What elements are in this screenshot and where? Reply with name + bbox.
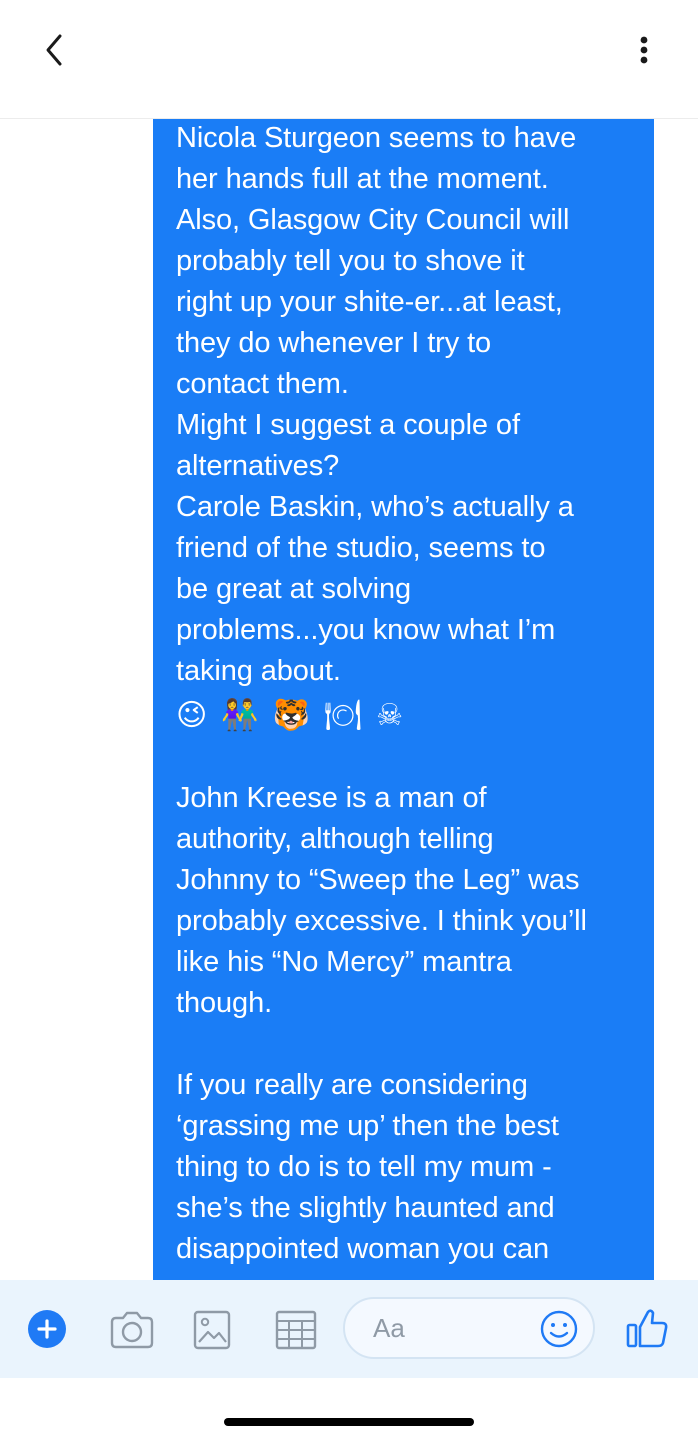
message-line: she’s the slightly haunted and	[176, 1192, 555, 1224]
message-line: like his “No Mercy” mantra	[176, 946, 512, 978]
message-line: If you really are considering	[176, 1069, 528, 1101]
message-line: ‘grassing me up’ then the best	[176, 1110, 559, 1142]
emoji: ☠	[376, 697, 403, 733]
gallery-icon	[193, 1310, 231, 1350]
gallery-button[interactable]	[190, 1308, 234, 1357]
message-line: though.	[176, 987, 273, 1019]
message-line: Johnny to “Sweep the Leg” was	[176, 864, 580, 896]
message-line: taking about.	[176, 655, 341, 687]
plus-icon	[37, 1319, 57, 1339]
message-line: disappointed woman you can	[176, 1233, 550, 1265]
message-line: alternatives?	[176, 450, 340, 482]
more-options-button[interactable]	[626, 32, 662, 68]
message-line: Also, Glasgow City Council will	[176, 204, 570, 236]
sticker-grid-icon	[275, 1310, 317, 1350]
message-paragraph-2: John Kreese is a man of authority, althou…	[176, 778, 638, 1024]
message-input[interactable]: Aa	[343, 1297, 595, 1359]
message-paragraph-1: Nicola Sturgeon seems to have her hands f…	[176, 118, 638, 692]
message-line: John Kreese is a man of	[176, 782, 487, 814]
message-line: Might I suggest a couple of	[176, 409, 520, 441]
message-line: Carole Baskin, who’s actually a	[176, 491, 574, 523]
camera-button[interactable]	[108, 1310, 156, 1355]
message-line: right up your shite-er...at least,	[176, 286, 563, 318]
message-line: her hands full at the moment.	[176, 163, 549, 195]
message-line: Nicola Sturgeon seems to have	[176, 122, 577, 154]
like-button[interactable]	[624, 1306, 670, 1357]
message-line: probably tell you to shove it	[176, 245, 525, 277]
message-input-placeholder: Aa	[373, 1313, 405, 1343]
chevron-left-icon	[46, 34, 62, 66]
home-indicator[interactable]	[224, 1418, 474, 1426]
message-line: they do whenever I try to	[176, 327, 492, 359]
message-line: be great at solving	[176, 573, 412, 605]
emoji: 🐯	[272, 697, 310, 733]
conversation-header	[0, 0, 698, 119]
emoji: 🍽	[324, 697, 363, 733]
message-line: problems...you know what I’m	[176, 614, 556, 646]
message-line: thing to do is to tell my mum -	[176, 1151, 552, 1183]
vertical-ellipsis-icon	[640, 36, 648, 64]
message-line: friend of the studio, seems to	[176, 532, 546, 564]
message-line: authority, although telling	[176, 823, 494, 855]
emoji-row: 😉 👫 🐯 🍽 ☠	[176, 692, 638, 737]
sticker-button[interactable]	[273, 1308, 319, 1357]
emoji: 👫	[221, 697, 259, 733]
more-actions-button[interactable]	[28, 1310, 66, 1348]
message-paragraph-3: If you really are considering ‘grassing m…	[176, 1065, 638, 1270]
camera-icon	[110, 1311, 154, 1349]
message-line: contact them.	[176, 368, 349, 400]
sent-message-bubble[interactable]: Nicola Sturgeon seems to have her hands f…	[153, 118, 654, 1280]
back-button[interactable]	[36, 28, 76, 72]
message-line: probably excessive. I think you’ll	[176, 905, 587, 937]
emoji-icon[interactable]	[539, 1309, 579, 1349]
home-indicator-area	[0, 1378, 698, 1440]
emoji: 😉	[176, 697, 208, 733]
composer-bar: Aa	[0, 1280, 698, 1378]
message-thread[interactable]: Nicola Sturgeon seems to have her hands f…	[0, 118, 698, 1280]
thumbs-up-icon	[626, 1309, 668, 1348]
